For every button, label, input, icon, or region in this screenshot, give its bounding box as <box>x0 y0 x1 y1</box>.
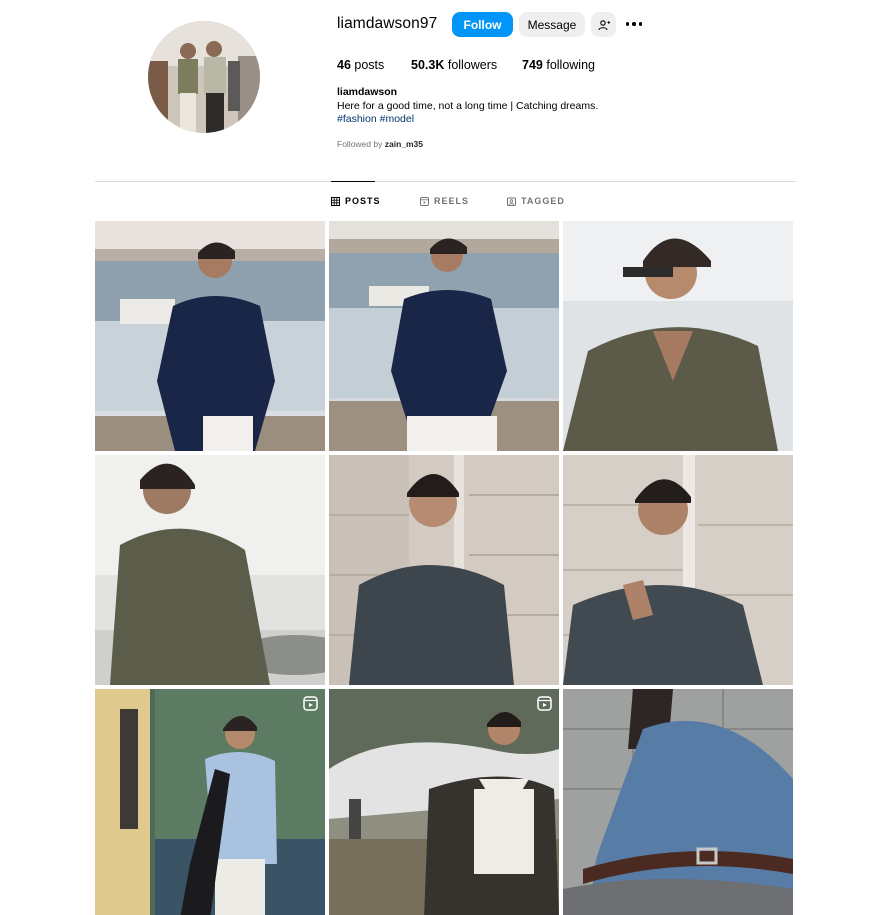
reel-icon <box>303 696 318 711</box>
post-thumbnail[interactable] <box>329 455 559 685</box>
profile-bio: Here for a good time, not a long time | … <box>337 100 599 112</box>
post-thumbnail[interactable] <box>563 221 793 451</box>
tabs-divider <box>95 181 796 182</box>
suggest-similar-button[interactable] <box>591 12 616 37</box>
post-thumbnail[interactable] <box>329 221 559 451</box>
profile-hashtags[interactable]: #fashion #model <box>337 113 414 125</box>
tab-tagged[interactable]: TAGGED <box>507 196 565 206</box>
posts-grid <box>95 221 793 915</box>
avatar-image <box>148 21 260 133</box>
post-thumbnail-reel[interactable] <box>329 689 559 915</box>
followed-by[interactable]: Followed by zain_m35 <box>337 139 423 149</box>
post-thumbnail[interactable] <box>563 689 793 915</box>
stat-following[interactable]: 749 following <box>522 58 595 72</box>
post-image <box>95 689 325 915</box>
post-thumbnail-reel[interactable] <box>95 689 325 915</box>
active-tab-indicator <box>331 181 375 182</box>
grid-icon <box>331 196 340 206</box>
reel-icon <box>537 696 552 711</box>
profile-username: liamdawson97 <box>337 15 438 32</box>
more-options-icon[interactable] <box>624 16 644 32</box>
stat-posts[interactable]: 46 posts <box>337 58 384 72</box>
post-image <box>329 455 559 685</box>
post-thumbnail[interactable] <box>563 455 793 685</box>
tagged-icon <box>507 197 516 206</box>
tab-posts[interactable]: POSTS <box>331 196 381 206</box>
stat-followers[interactable]: 50.3K followers <box>411 58 497 72</box>
message-button[interactable]: Message <box>519 12 585 37</box>
post-image <box>95 455 325 685</box>
tab-reels[interactable]: REELS <box>420 196 469 206</box>
post-image <box>563 221 793 451</box>
reels-icon <box>420 196 429 206</box>
add-person-icon <box>597 19 610 30</box>
post-image <box>563 455 793 685</box>
follow-button[interactable]: Follow <box>452 12 513 37</box>
post-thumbnail[interactable] <box>95 221 325 451</box>
post-image <box>329 689 559 915</box>
profile-full-name: liamdawson <box>337 86 398 98</box>
post-image <box>563 689 793 915</box>
post-image <box>329 221 559 451</box>
profile-avatar[interactable] <box>148 21 260 133</box>
post-thumbnail[interactable] <box>95 455 325 685</box>
post-image <box>95 221 325 451</box>
